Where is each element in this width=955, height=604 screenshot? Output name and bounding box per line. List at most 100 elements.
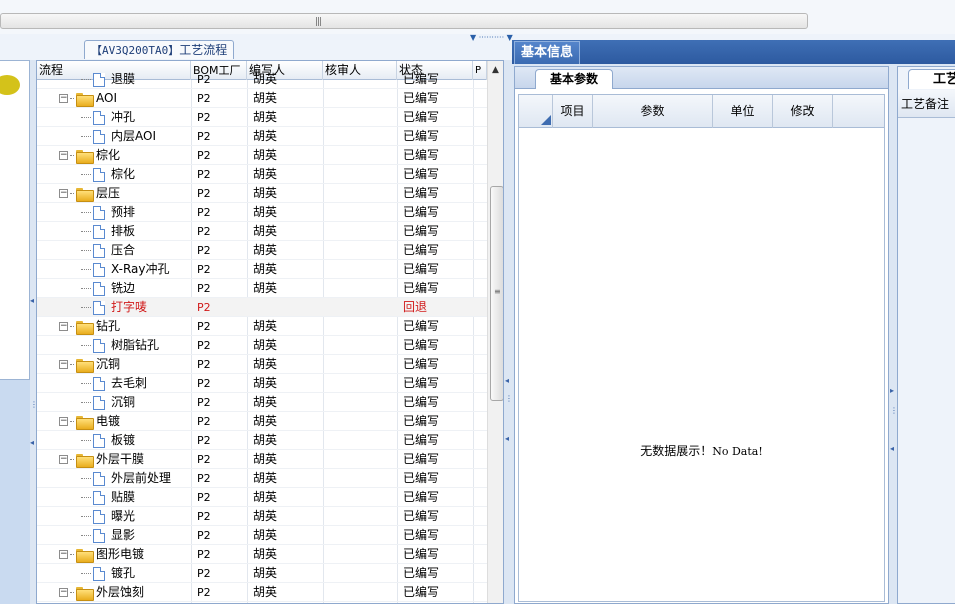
splitter-handle-icon[interactable]: ▼ ·········· ▼ <box>470 33 513 42</box>
select-all-corner[interactable] <box>519 95 553 128</box>
table-row[interactable]: 树脂钻孔 P2 胡英 已编写 <box>37 336 487 355</box>
status-cell: 已编写 <box>403 91 440 105</box>
tree-node: 镀孔 <box>81 564 135 583</box>
params-panel: 基本参数 项目 参数 单位 修改 无数据展示！No Data! <box>514 66 889 604</box>
tree-node: 树脂钻孔 <box>81 336 159 355</box>
collapse-arrow-icon[interactable]: ◂ <box>30 296 34 305</box>
collapse-toggle-icon[interactable]: − <box>59 322 68 331</box>
detail-tabstrip: 基本信息 <box>512 40 955 64</box>
bom-factory-cell: P2 <box>197 301 211 314</box>
collapse-arrow-icon[interactable]: ◂ <box>890 444 894 453</box>
collapse-toggle-icon[interactable]: − <box>59 189 68 198</box>
collapse-arrow-icon[interactable]: ◂ <box>505 434 509 443</box>
status-cell: 已编写 <box>403 243 440 257</box>
no-data-text-en: No Data! <box>712 445 763 458</box>
collapse-toggle-icon[interactable]: − <box>59 94 68 103</box>
tree-node: 棕化 <box>81 165 135 184</box>
document-icon <box>93 471 105 486</box>
collapse-toggle-icon[interactable]: − <box>59 588 68 597</box>
writer-cell: 胡英 <box>253 433 278 447</box>
table-row[interactable]: 显影 P2 胡英 已编写 <box>37 526 487 545</box>
tree-connector <box>81 516 91 517</box>
table-row[interactable]: − 钻孔 P2 胡英 已编写 <box>37 317 487 336</box>
table-row[interactable]: X-Ray冲孔 P2 胡英 已编写 <box>37 260 487 279</box>
table-row[interactable]: 去毛刺 P2 胡英 已编写 <box>37 374 487 393</box>
tree-node: − 层压 <box>59 184 120 203</box>
process-notes-header: 工艺备注 <box>898 90 955 118</box>
table-row[interactable]: 铣边 P2 胡英 已编写 <box>37 279 487 298</box>
table-row[interactable]: 排板 P2 胡英 已编写 <box>37 222 487 241</box>
tab-basic-info[interactable]: 基本信息 <box>514 41 581 64</box>
col-header-item[interactable]: 项目 <box>553 95 593 128</box>
table-row[interactable]: 冲孔 P2 胡英 已编写 <box>37 108 487 127</box>
scroll-up-icon[interactable]: ▲ <box>492 65 499 75</box>
table-row[interactable]: − 外层干膜 P2 胡英 已编写 <box>37 450 487 469</box>
col-header-unit[interactable]: 单位 <box>713 95 773 128</box>
table-row[interactable]: − 层压 P2 胡英 已编写 <box>37 184 487 203</box>
tab-process[interactable]: 工艺 <box>908 69 955 89</box>
tree-connector <box>81 288 91 289</box>
writer-cell: 胡英 <box>253 110 278 124</box>
col-header-param[interactable]: 参数 <box>593 95 713 128</box>
subtab-basic-params[interactable]: 基本参数 <box>535 69 614 89</box>
table-row[interactable]: 内层AOI P2 胡英 已编写 <box>37 127 487 146</box>
tree-node: 贴膜 <box>81 488 135 507</box>
folder-icon <box>76 187 94 202</box>
right-splitter[interactable]: ▸ ⋮ ◂ <box>889 66 898 604</box>
chat-bubble-icon[interactable] <box>0 75 20 95</box>
status-cell: 已编写 <box>403 395 440 409</box>
collapse-arrow-icon[interactable]: ◂ <box>30 438 34 447</box>
tree-connector <box>81 497 91 498</box>
document-icon <box>93 281 105 296</box>
no-data-text: 无数据展示！ <box>640 444 713 458</box>
writer-cell: 胡英 <box>253 224 278 238</box>
writer-cell: 胡英 <box>253 129 278 143</box>
tree-node: 打字唛 <box>81 298 147 317</box>
center-splitter[interactable]: ◂ ⋮ ◂ <box>504 60 513 604</box>
tree-node: 排板 <box>81 222 135 241</box>
tree-connector <box>81 478 91 479</box>
table-row[interactable]: − 图形电镀 P2 胡英 已编写 <box>37 545 487 564</box>
writer-cell: 胡英 <box>253 566 278 580</box>
writer-cell: 胡英 <box>253 414 278 428</box>
bom-factory-cell: P2 <box>197 130 211 143</box>
col-header-modify[interactable]: 修改 <box>773 95 833 128</box>
table-row[interactable]: 镀孔 P2 胡英 已编写 <box>37 564 487 583</box>
table-row[interactable]: 曝光 P2 胡英 已编写 <box>37 507 487 526</box>
process-name: AOI <box>96 91 117 105</box>
table-row[interactable]: 打字唛 P2 回退 <box>37 298 487 317</box>
collapse-toggle-icon[interactable]: − <box>59 360 68 369</box>
table-row[interactable]: − 棕化 P2 胡英 已编写 <box>37 146 487 165</box>
tree-connector <box>81 212 91 213</box>
vertical-scrollbar[interactable]: ▲ ≡ <box>487 61 503 603</box>
table-row[interactable]: 沉铜 P2 胡英 已编写 <box>37 393 487 412</box>
table-row[interactable]: 压合 P2 胡英 已编写 <box>37 241 487 260</box>
table-row[interactable]: − 电镀 P2 胡英 已编写 <box>37 412 487 431</box>
table-row[interactable]: 预排 P2 胡英 已编写 <box>37 203 487 222</box>
params-grid-header: 项目 参数 单位 修改 <box>519 95 884 128</box>
corner-triangle-icon <box>541 115 551 125</box>
horizontal-scrollbar[interactable]: ||| <box>0 13 808 29</box>
table-row[interactable]: − 沉铜 P2 胡英 已编写 <box>37 355 487 374</box>
table-row[interactable]: 退膜 P2 胡英 已编写 <box>37 70 487 89</box>
tree-connector <box>70 364 74 365</box>
table-row[interactable]: 板镀 P2 胡英 已编写 <box>37 431 487 450</box>
table-row[interactable]: 棕化 P2 胡英 已编写 <box>37 165 487 184</box>
table-row[interactable]: 贴膜 P2 胡英 已编写 <box>37 488 487 507</box>
writer-cell: 胡英 <box>253 281 278 295</box>
collapse-toggle-icon[interactable]: − <box>59 417 68 426</box>
tree-connector <box>70 326 74 327</box>
collapse-toggle-icon[interactable]: − <box>59 455 68 464</box>
table-row[interactable]: − 外层蚀刻 P2 胡英 已编写 <box>37 583 487 602</box>
bom-factory-cell: P2 <box>197 263 211 276</box>
tree-node: 预排 <box>81 203 135 222</box>
left-collapsed-panel <box>0 60 30 380</box>
scroll-thumb[interactable]: ≡ <box>490 186 503 401</box>
collapse-arrow-icon[interactable]: ▸ <box>890 386 894 395</box>
collapse-toggle-icon[interactable]: − <box>59 151 68 160</box>
collapse-toggle-icon[interactable]: − <box>59 550 68 559</box>
table-row[interactable]: 外层前处理 P2 胡英 已编写 <box>37 469 487 488</box>
collapse-arrow-icon[interactable]: ◂ <box>505 376 509 385</box>
tree-connector <box>81 231 91 232</box>
table-row[interactable]: − AOI P2 胡英 已编写 <box>37 89 487 108</box>
